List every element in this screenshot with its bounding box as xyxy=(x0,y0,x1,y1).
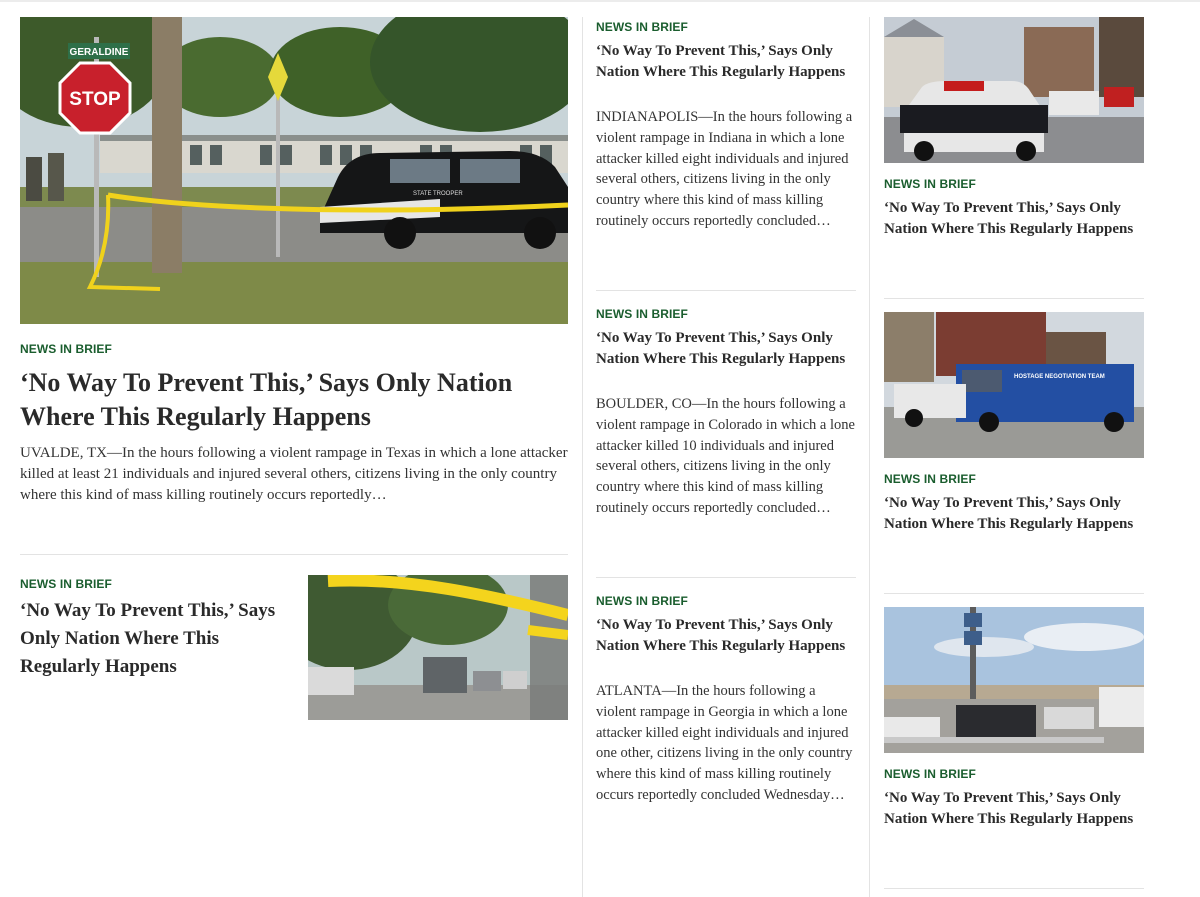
article-headline[interactable]: ‘No Way To Prevent This,’ Says Only Nati… xyxy=(596,41,858,83)
article-headline[interactable]: ‘No Way To Prevent This,’ Says Only Nati… xyxy=(596,615,858,657)
top-border xyxy=(0,0,1200,2)
article-kicker[interactable]: NEWS IN BRIEF xyxy=(884,177,976,191)
divider xyxy=(884,298,1144,299)
stop-sign-text: STOP xyxy=(69,89,121,110)
divider xyxy=(884,888,1144,889)
article-headline[interactable]: ‘No Way To Prevent This,’ Says Only Nati… xyxy=(884,493,1142,535)
article-headline[interactable]: ‘No Way To Prevent This,’ Says Only Nati… xyxy=(884,788,1142,830)
article-thumbnail[interactable]: HOSTAGE NEGOTIATION TEAM xyxy=(884,312,1144,458)
article-excerpt: ATLANTA—In the hours following a violent… xyxy=(596,683,853,803)
article-kicker[interactable]: NEWS IN BRIEF xyxy=(20,577,112,591)
street-sign-text: GERALDINE xyxy=(70,47,129,58)
feature-excerpt: UVALDE, TX—In the hours following a viol… xyxy=(20,445,568,503)
divider xyxy=(596,577,856,578)
article-thumbnail[interactable] xyxy=(308,575,568,720)
article-excerpt: BOULDER, CO—In the hours following a vio… xyxy=(596,396,855,516)
feature-kicker[interactable]: NEWS IN BRIEF xyxy=(20,342,112,356)
column-divider xyxy=(869,17,870,897)
divider xyxy=(20,554,568,555)
article-headline[interactable]: ‘No Way To Prevent This,’ Says Only Nati… xyxy=(884,198,1142,240)
article-thumbnail[interactable] xyxy=(884,17,1144,163)
divider xyxy=(596,290,856,291)
article-kicker[interactable]: NEWS IN BRIEF xyxy=(596,20,688,34)
article-kicker[interactable]: NEWS IN BRIEF xyxy=(596,594,688,608)
van-text: HOSTAGE NEGOTIATION TEAM xyxy=(1014,374,1105,380)
article-thumbnail[interactable] xyxy=(884,607,1144,753)
article-excerpt: INDIANAPOLIS—In the hours following a vi… xyxy=(596,109,853,229)
article-kicker[interactable]: NEWS IN BRIEF xyxy=(884,472,976,486)
car-door-text: STATE TROOPER xyxy=(413,191,463,197)
article-kicker[interactable]: NEWS IN BRIEF xyxy=(884,767,976,781)
column-divider xyxy=(582,17,583,897)
feature-headline[interactable]: ‘No Way To Prevent This,’ Says Only Nati… xyxy=(20,366,560,434)
article-headline[interactable]: ‘No Way To Prevent This,’ Says Only Nati… xyxy=(20,597,295,681)
divider xyxy=(884,593,1144,594)
article-headline[interactable]: ‘No Way To Prevent This,’ Says Only Nati… xyxy=(596,328,858,370)
article-kicker[interactable]: NEWS IN BRIEF xyxy=(596,307,688,321)
feature-image[interactable]: GERALDINE STOP STATE TROOPER xyxy=(20,17,568,324)
